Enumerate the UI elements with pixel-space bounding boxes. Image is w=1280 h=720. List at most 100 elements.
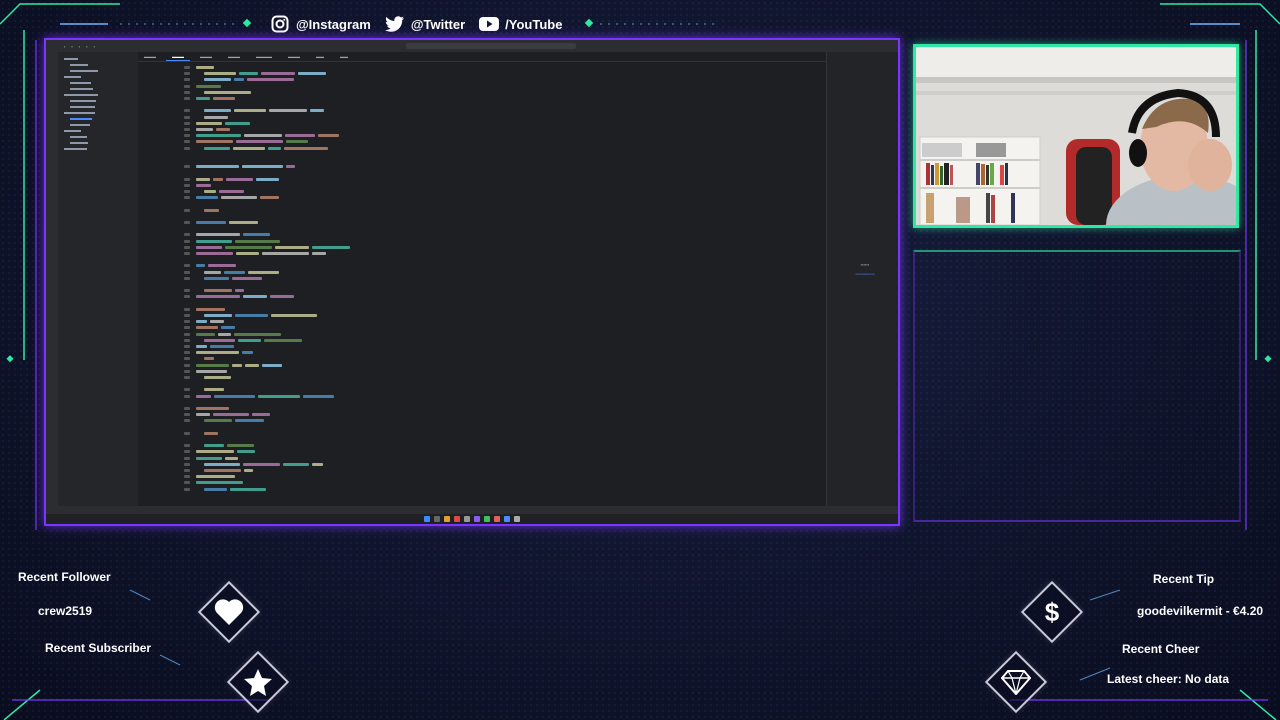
code-token: [196, 196, 218, 200]
ide-command-search[interactable]: [406, 43, 576, 49]
line-number: [184, 66, 190, 69]
code-token: [196, 481, 243, 485]
code-token: [196, 252, 233, 255]
search-icon[interactable]: [434, 516, 440, 522]
code-token: [207, 264, 237, 268]
folder-icon[interactable]: [444, 516, 450, 522]
screen-capture: ▪ ▪ ▪ ▪ ▪ ▬▬▬ ▬▬▬ ▬▬▬ ▬▬▬ ▬▬▬▬ ▬▬▬ ▬▬ ▬▬…: [44, 38, 900, 526]
ide-assistant-hint: ▪▪▪▪▪▪: [860, 262, 870, 267]
instagram-handle: @Instagram: [296, 16, 371, 32]
taskbar-app-icon[interactable]: [494, 516, 500, 522]
ide-tab-active[interactable]: ▬▬▬: [166, 52, 190, 61]
ide-tab[interactable]: ▬▬: [310, 52, 330, 61]
code-token: [196, 394, 211, 398]
vscode-icon[interactable]: [504, 516, 510, 522]
line-number: [184, 72, 190, 76]
code-token: [298, 72, 327, 76]
line-number: [184, 183, 190, 187]
code-token: [204, 109, 231, 113]
code-token: [204, 314, 232, 317]
code-token: [196, 413, 210, 417]
code-token: [196, 363, 229, 367]
ide-menu-item[interactable]: ▪: [79, 44, 80, 49]
code-token: [274, 245, 309, 249]
line-number: [184, 289, 190, 293]
line-number: [184, 245, 190, 249]
line-number: [184, 314, 190, 317]
taskbar-app-icon[interactable]: [514, 516, 520, 522]
code-token: [210, 320, 224, 324]
ide-assistant-subhint: ▪▪▪▪▪▪▪▪▪▪▪▪▪▪▪▪▪▪: [855, 272, 875, 276]
ide-code-editor[interactable]: [138, 62, 898, 502]
ide-menu-item[interactable]: ▪: [94, 44, 95, 49]
line-number: [184, 431, 190, 435]
code-token: [196, 369, 228, 373]
ide-menu-item[interactable]: ▪: [64, 44, 65, 49]
code-token: [234, 314, 268, 317]
line-number: [184, 369, 190, 373]
code-token: [284, 134, 316, 138]
line-number: [184, 363, 190, 367]
dollar-icon: $: [1044, 596, 1060, 627]
taskbar-app-icon[interactable]: [454, 516, 460, 522]
code-token: [224, 245, 272, 249]
line-number: [184, 252, 190, 255]
code-token: [212, 177, 223, 181]
code-token: [196, 345, 208, 348]
line-number: [184, 264, 190, 268]
code-token: [204, 388, 225, 392]
ide-tab[interactable]: ▬▬▬: [282, 52, 306, 61]
line-number: [184, 208, 190, 212]
code-token: [204, 190, 217, 193]
code-token: [196, 165, 239, 169]
code-token: [196, 475, 236, 479]
code-token: [236, 450, 255, 454]
start-icon[interactable]: [424, 516, 430, 522]
taskbar-app-icon[interactable]: [484, 516, 490, 522]
code-token: [228, 221, 258, 224]
line-number: [184, 338, 190, 342]
line-number: [184, 270, 190, 274]
code-token: [196, 183, 211, 187]
line-number: [184, 97, 190, 100]
ide-tab[interactable]: ▬▬: [334, 52, 354, 61]
code-token: [196, 326, 219, 330]
code-token: [234, 332, 281, 336]
ide-tab[interactable]: ▬▬▬: [194, 52, 218, 61]
social-twitter[interactable]: @Twitter: [384, 14, 466, 34]
code-token: [267, 146, 281, 150]
ide-menu-item[interactable]: ▪: [71, 44, 72, 49]
code-token: [303, 394, 335, 398]
code-token: [204, 338, 235, 342]
line-number: [184, 196, 190, 200]
code-token: [238, 72, 258, 76]
line-number: [184, 320, 190, 324]
line-number: [184, 407, 190, 410]
line-number: [184, 121, 190, 125]
taskbar-app-icon[interactable]: [474, 516, 480, 522]
social-youtube[interactable]: /YouTube: [479, 14, 562, 34]
social-instagram[interactable]: @Instagram: [270, 14, 371, 34]
code-token: [225, 456, 238, 460]
code-token: [196, 456, 223, 460]
line-number: [184, 481, 190, 485]
ide-tab[interactable]: ▬▬▬: [138, 52, 162, 61]
code-token: [252, 413, 270, 417]
code-token: [204, 208, 220, 212]
line-number: [184, 109, 190, 113]
twitter-handle: @Twitter: [410, 16, 466, 32]
code-token: [196, 351, 239, 355]
instagram-icon: [270, 14, 290, 34]
ide-tab[interactable]: ▬▬▬: [222, 52, 246, 61]
ide-menu-item[interactable]: ▪: [86, 44, 87, 49]
taskbar-app-icon[interactable]: [464, 516, 470, 522]
explorer-item[interactable]: [64, 146, 132, 152]
ide-tab[interactable]: ▬▬▬▬: [250, 52, 278, 61]
line-number: [184, 233, 190, 237]
code-token: [261, 363, 283, 367]
recent-cheer-value: Latest cheer: No data: [1107, 672, 1230, 686]
code-token: [204, 431, 218, 435]
code-token: [196, 332, 216, 336]
code-token: [234, 78, 245, 82]
line-number: [184, 190, 190, 193]
